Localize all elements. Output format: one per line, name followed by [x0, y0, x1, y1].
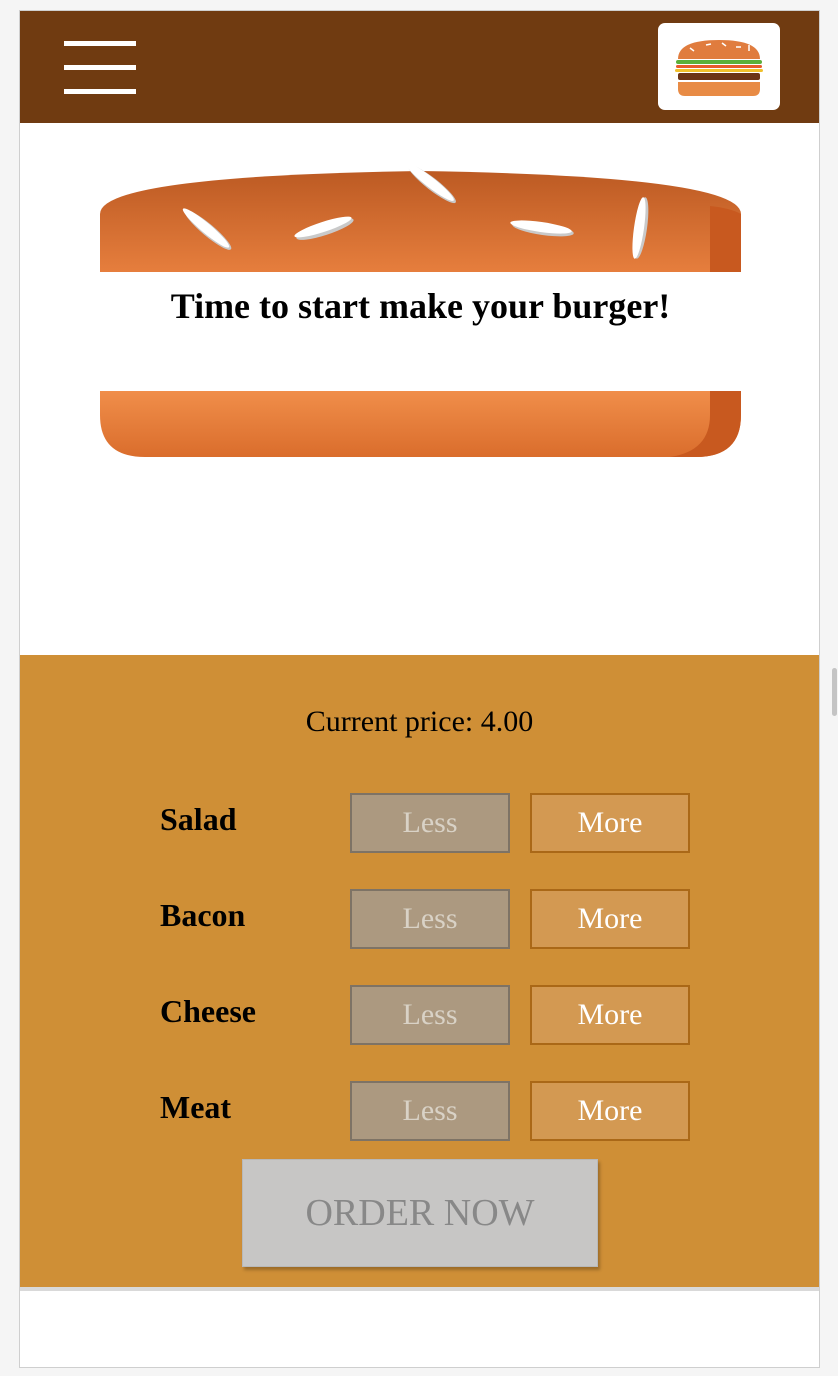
meat-more-button[interactable]: More — [530, 1081, 690, 1141]
cheese-more-button[interactable]: More — [530, 985, 690, 1045]
bacon-less-button[interactable]: Less — [350, 889, 510, 949]
meat-less-button[interactable]: Less — [350, 1081, 510, 1141]
control-label-meat: Meat — [160, 1089, 232, 1125]
toolbar — [20, 11, 819, 123]
control-row-meat: Meat Less More — [160, 1081, 700, 1141]
footer-divider — [20, 1287, 819, 1291]
cheese-less-button[interactable]: Less — [350, 985, 510, 1045]
burger-logo-icon[interactable] — [658, 23, 780, 110]
control-row-bacon: Bacon Less More — [160, 889, 700, 949]
bacon-more-button[interactable]: More — [530, 889, 690, 949]
control-label-cheese: Cheese — [160, 993, 256, 1029]
current-price: Current price: 4.00 — [305, 705, 534, 738]
salad-more-button[interactable]: More — [530, 793, 690, 853]
salad-less-button[interactable]: Less — [350, 793, 510, 853]
control-label-bacon: Bacon — [160, 897, 246, 933]
build-controls: Current price: 4.00 Salad Less More Baco… — [20, 655, 819, 1287]
control-row-cheese: Cheese Less More — [160, 985, 700, 1045]
app-viewport: Time to start make your burger! Current … — [19, 10, 820, 1368]
control-label-salad: Salad — [160, 801, 237, 837]
hamburger-menu-icon[interactable] — [64, 41, 136, 95]
scrollbar[interactable] — [832, 668, 837, 716]
empty-burger-message: Time to start make your burger! — [170, 286, 671, 326]
control-row-salad: Salad Less More — [160, 793, 700, 853]
bread-bottom — [100, 391, 741, 457]
order-now-button[interactable]: ORDER NOW — [242, 1159, 598, 1267]
bread-top — [100, 166, 741, 272]
